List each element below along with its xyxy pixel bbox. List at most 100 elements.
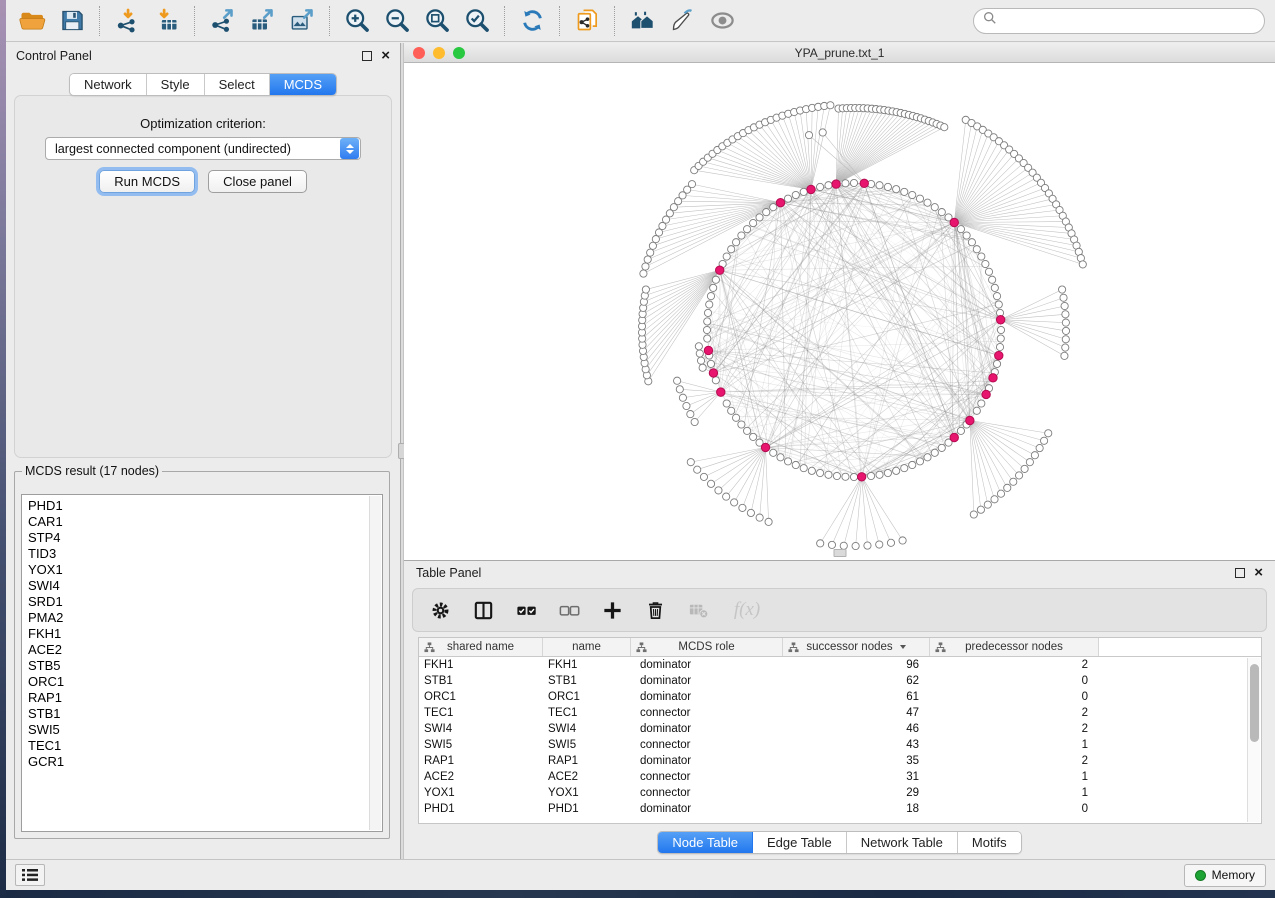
tab-network[interactable]: Network [70, 74, 147, 95]
delete-column-button[interactable] [642, 597, 668, 623]
network-canvas[interactable] [404, 64, 1275, 560]
leaf-node[interactable] [852, 542, 859, 549]
ring-node[interactable] [792, 191, 799, 198]
leaf-node[interactable] [1021, 465, 1028, 472]
zoom-out-button[interactable] [377, 3, 417, 39]
mcds-hub-node[interactable] [966, 416, 974, 424]
delete-table-button[interactable] [685, 597, 711, 623]
ring-node[interactable] [973, 246, 980, 253]
ring-node[interactable] [710, 284, 717, 291]
ring-node[interactable] [876, 471, 883, 478]
leaf-node[interactable] [687, 411, 694, 418]
ring-node[interactable] [995, 301, 1002, 308]
leaf-node[interactable] [699, 364, 706, 371]
mcds-hub-node[interactable] [704, 346, 712, 354]
leaf-node[interactable] [739, 504, 746, 511]
clone-network-button[interactable] [567, 3, 607, 39]
mcds-result-item[interactable]: YOX1 [22, 562, 382, 578]
leaf-node[interactable] [747, 509, 754, 516]
ring-node[interactable] [816, 183, 823, 190]
table-row[interactable]: TEC1TEC1connector472 [419, 705, 1261, 721]
leaf-node[interactable] [707, 480, 714, 487]
leaf-node[interactable] [819, 129, 826, 136]
ring-node[interactable] [957, 427, 964, 434]
mcds-result-item[interactable]: ACE2 [22, 642, 382, 658]
ring-node[interactable] [973, 407, 980, 414]
mcds-result-item[interactable]: PHD1 [22, 498, 382, 514]
ring-node[interactable] [989, 276, 996, 283]
mcds-result-item[interactable]: FKH1 [22, 626, 382, 642]
refresh-layout-button[interactable] [512, 3, 552, 39]
ring-node[interactable] [816, 469, 823, 476]
ring-node[interactable] [916, 458, 923, 465]
function-builder-button[interactable]: f(x) [728, 597, 766, 623]
mcds-hub-node[interactable] [996, 316, 1004, 324]
add-column-button[interactable] [599, 597, 625, 623]
leaf-node[interactable] [1040, 437, 1047, 444]
mcds-result-item[interactable]: STB1 [22, 706, 382, 722]
leaf-node[interactable] [887, 539, 894, 546]
leaf-node[interactable] [640, 270, 647, 277]
leaf-node[interactable] [1062, 311, 1069, 318]
import-network-button[interactable] [107, 3, 147, 39]
leaf-node[interactable] [1036, 444, 1043, 451]
leaf-node[interactable] [805, 132, 812, 139]
leaf-node[interactable] [1079, 261, 1086, 268]
mcds-result-list[interactable]: PHD1CAR1STP4TID3YOX1SWI4SRD1PMA2FKH1ACE2… [21, 494, 383, 832]
tab-edge-table[interactable]: Edge Table [753, 832, 847, 853]
ring-node[interactable] [901, 465, 908, 472]
mcds-result-item[interactable]: GCR1 [22, 754, 382, 770]
leaf-node[interactable] [700, 473, 707, 480]
table-row[interactable]: YOX1YOX1connector291 [419, 785, 1261, 801]
ring-node[interactable] [978, 400, 985, 407]
ring-node[interactable] [963, 232, 970, 239]
ring-node[interactable] [808, 467, 815, 474]
mcds-hub-node[interactable] [950, 433, 958, 441]
ring-node[interactable] [750, 219, 757, 226]
ring-node[interactable] [893, 186, 900, 193]
control-panel-float-icon[interactable] [362, 51, 372, 61]
task-history-button[interactable] [15, 864, 45, 886]
ring-node[interactable] [792, 461, 799, 468]
ring-node[interactable] [842, 180, 849, 187]
leaf-node[interactable] [691, 418, 698, 425]
table-row[interactable]: ORC1ORC1dominator610 [419, 689, 1261, 705]
leaf-node[interactable] [715, 487, 722, 494]
ring-node[interactable] [842, 473, 849, 480]
leaf-node[interactable] [731, 499, 738, 506]
export-image-button[interactable] [282, 3, 322, 39]
ring-node[interactable] [867, 472, 874, 479]
tab-style[interactable]: Style [147, 74, 205, 95]
leaf-node[interactable] [1004, 484, 1011, 491]
mcds-hub-node[interactable] [995, 351, 1003, 359]
show-hidden-items-button[interactable] [702, 3, 742, 39]
leaf-node[interactable] [899, 537, 906, 544]
leaf-node[interactable] [876, 541, 883, 548]
mcds-hub-node[interactable] [982, 390, 990, 398]
node-table[interactable]: shared namenameMCDS rolesuccessor nodesp… [418, 637, 1262, 824]
ring-node[interactable] [931, 204, 938, 211]
ring-node[interactable] [743, 427, 750, 434]
ring-node[interactable] [738, 421, 745, 428]
leaf-node[interactable] [1062, 344, 1069, 351]
leaf-node[interactable] [652, 236, 659, 243]
ring-node[interactable] [770, 204, 777, 211]
zoom-fit-button[interactable] [417, 3, 457, 39]
ring-node[interactable] [743, 226, 750, 233]
tab-network-table[interactable]: Network Table [847, 832, 958, 853]
ring-node[interactable] [893, 467, 900, 474]
ring-node[interactable] [732, 414, 739, 421]
ring-node[interactable] [712, 276, 719, 283]
ring-node[interactable] [800, 465, 807, 472]
mcds-hub-node[interactable] [761, 443, 769, 451]
ring-node[interactable] [909, 191, 916, 198]
mcds-result-item[interactable]: ORC1 [22, 674, 382, 690]
ring-node[interactable] [704, 335, 711, 342]
ring-node[interactable] [756, 214, 763, 221]
horizontal-splitter-grip[interactable] [833, 549, 846, 557]
export-network-button[interactable] [202, 3, 242, 39]
search-box[interactable] [973, 8, 1265, 34]
leaf-node[interactable] [649, 242, 656, 249]
ring-node[interactable] [916, 195, 923, 202]
leaf-node[interactable] [864, 542, 871, 549]
